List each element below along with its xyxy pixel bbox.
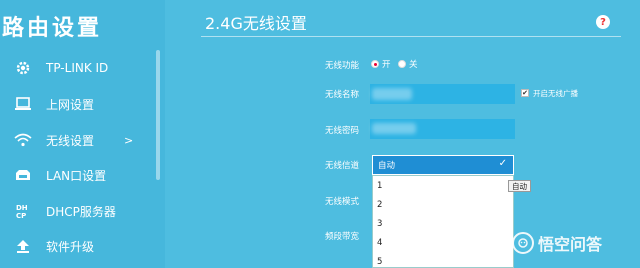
gear-icon: [10, 58, 36, 78]
watermark: 悟空问答: [512, 230, 602, 256]
sidebar-item-label: DHCP服务器: [46, 204, 116, 219]
tooltip: 自动: [508, 180, 531, 192]
radio-on[interactable]: [371, 60, 379, 68]
sidebar-scrollbar[interactable]: [156, 50, 160, 180]
watermark-text: 悟空问答: [538, 235, 603, 254]
sidebar-item-dhcp[interactable]: DH CP DHCP服务器: [0, 196, 155, 226]
sidebar-item-upgrade[interactable]: 软件升级: [0, 231, 155, 261]
sidebar-item-label: 无线设置: [46, 133, 95, 148]
sidebar-item-label: TP-LINK ID: [46, 61, 109, 75]
title-divider: [201, 36, 621, 37]
dropdown-option[interactable]: 4: [373, 233, 513, 252]
help-icon[interactable]: ?: [596, 15, 610, 29]
password-redacted: [372, 123, 416, 134]
svg-text:CP: CP: [16, 212, 26, 220]
wireless-function-label: 无线功能: [325, 61, 360, 71]
radio-on-label: 开: [382, 60, 391, 70]
dropdown-option[interactable]: 5: [373, 252, 513, 268]
ssid-label: 无线名称: [325, 90, 360, 100]
lan-icon: [10, 165, 36, 185]
mode-label: 无线模式: [325, 197, 360, 207]
channel-label: 无线信道: [325, 161, 360, 171]
upload-icon: [10, 236, 36, 256]
sidebar-item-wireless[interactable]: 无线设置 >: [0, 125, 155, 155]
main-panel: 2.4G无线设置 ? 无线功能 开 关 无线名称 ✔ 开启无线广播 无线密码 无…: [165, 0, 640, 268]
sidebar-item-tplink-id[interactable]: TP-LINK ID: [0, 53, 155, 83]
sidebar-item-internet[interactable]: 上网设置: [0, 89, 155, 119]
laptop-icon: [10, 94, 36, 114]
sidebar-item-label: 软件升级: [46, 239, 95, 254]
svg-text:DH: DH: [16, 204, 28, 212]
wifi-icon: [10, 130, 36, 150]
broadcast-checkbox[interactable]: ✔: [521, 89, 529, 97]
sidebar-item-lan[interactable]: LAN口设置: [0, 160, 155, 190]
channel-dropdown: 1 2 3 4 5: [372, 175, 514, 268]
dropdown-option[interactable]: 2: [373, 195, 513, 214]
dropdown-option[interactable]: 3: [373, 214, 513, 233]
channel-select[interactable]: 自动 ✓: [372, 155, 514, 175]
broadcast-label: 开启无线广播: [533, 89, 578, 98]
chat-logo-icon: [512, 232, 534, 254]
password-label: 无线密码: [325, 126, 360, 136]
panel-title: 2.4G无线设置: [205, 14, 307, 33]
checkmark-icon: ✓: [498, 158, 507, 169]
dropdown-option[interactable]: 1: [373, 176, 513, 195]
sidebar-item-label: LAN口设置: [46, 168, 107, 183]
chevron-right-icon: >: [124, 133, 134, 147]
sidebar: 路由设置 TP-LINK ID 上网设置 无线设置 > LAN口设置 DH CP …: [0, 0, 165, 268]
dhcp-icon: DH CP: [10, 201, 36, 221]
radio-off-label: 关: [409, 60, 418, 70]
sidebar-item-label: 上网设置: [46, 97, 95, 112]
channel-select-value: 自动: [378, 161, 396, 171]
ssid-redacted: [372, 88, 412, 100]
sidebar-title: 路由设置: [2, 16, 103, 41]
radio-off[interactable]: [398, 60, 406, 68]
bandwidth-label: 频段带宽: [325, 232, 360, 242]
